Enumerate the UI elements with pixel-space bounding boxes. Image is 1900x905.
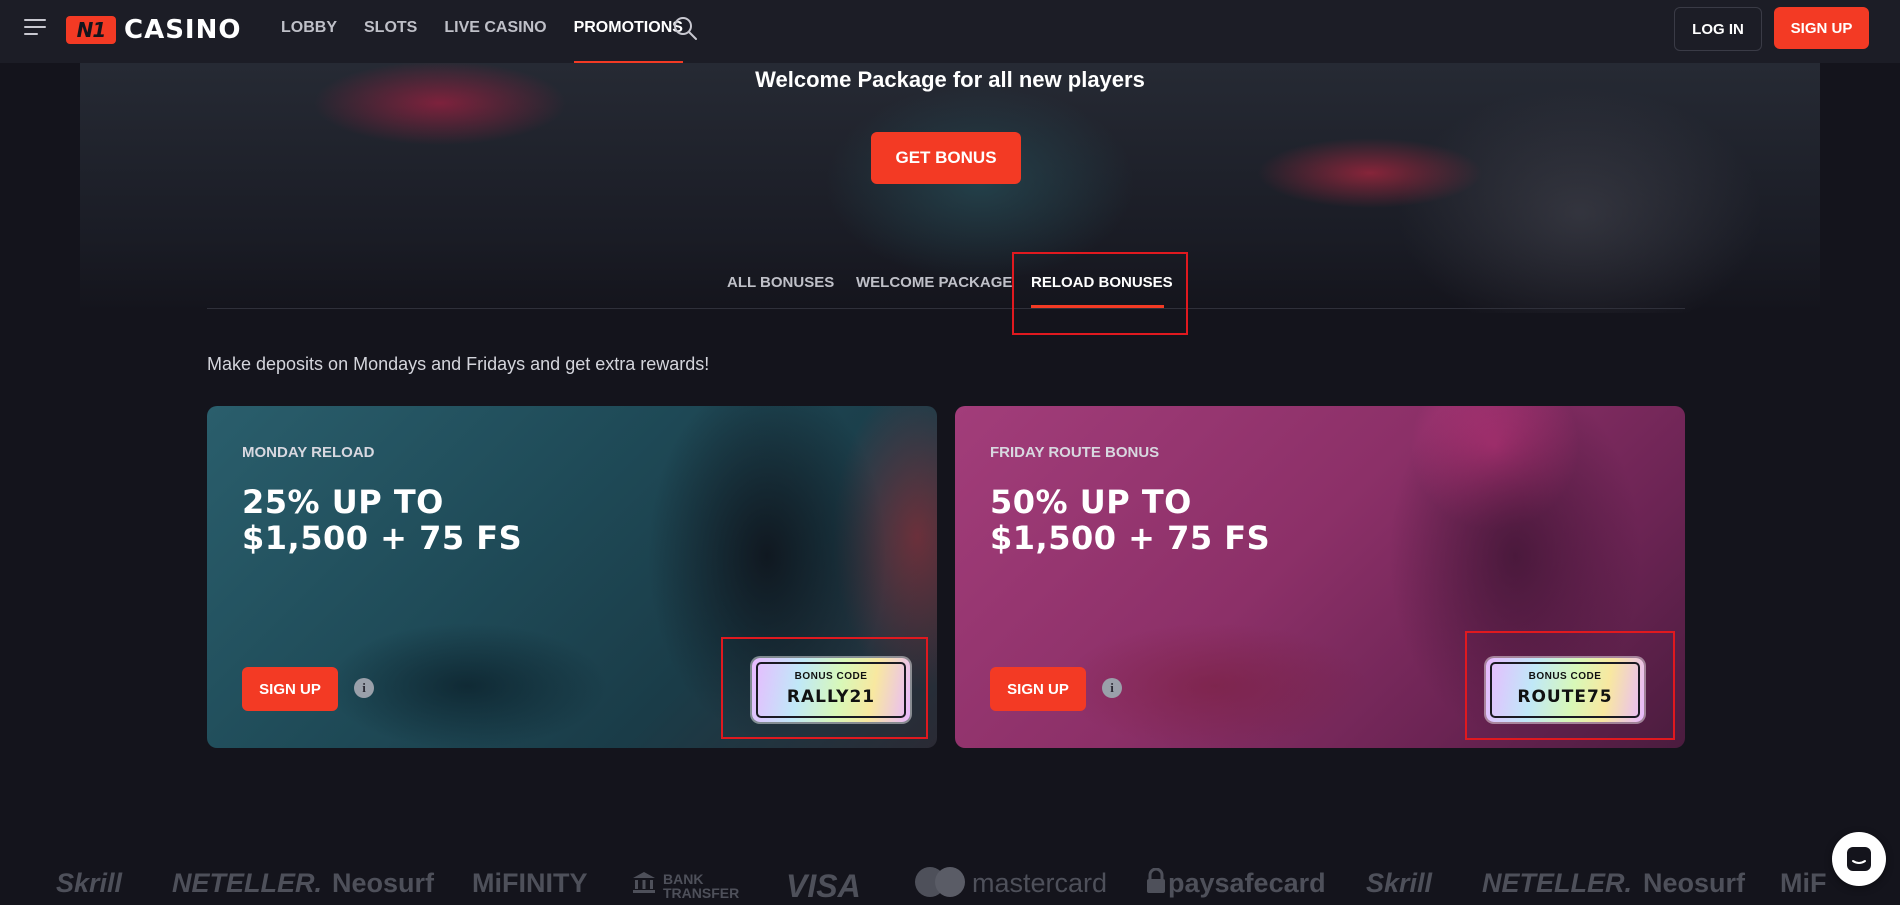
nav-slots[interactable]: SLOTS [364, 0, 417, 63]
payment-mastercard-logo: mastercard [972, 868, 1108, 898]
chat-button[interactable] [1832, 832, 1886, 886]
search-icon[interactable] [672, 15, 698, 41]
site-logo[interactable]: N1 CASINO [66, 14, 241, 46]
payment-neteller-logo: NETELLER. [1482, 868, 1633, 898]
info-icon[interactable]: i [354, 678, 374, 698]
mastercard-circles-icon [915, 867, 965, 897]
bank-icon [633, 872, 655, 893]
top-header: N1 CASINO LOBBY SLOTS LIVE CASINO PROMOT… [0, 0, 1900, 63]
intro-text: Make deposits on Mondays and Fridays and… [207, 354, 710, 374]
card-title-line1: 25% UP TO [242, 483, 444, 521]
payment-skrill-logo: Skrill [56, 868, 123, 898]
login-button[interactable]: LOG IN [1674, 7, 1762, 51]
tab-reload-bonuses[interactable]: RELOAD BONUSES [1031, 274, 1173, 291]
payment-neosurf-logo: Neosurf [332, 868, 435, 898]
card-signup-button[interactable]: SIGN UP [990, 667, 1086, 711]
payment-bank-transfer-label: BANK TRANSFER [663, 871, 740, 901]
nav-lobby[interactable]: LOBBY [281, 0, 337, 63]
main-nav: LOBBY SLOTS LIVE CASINO PROMOTIONS [281, 0, 710, 63]
card-title-line2: $1,500 + 75 FS [990, 519, 1271, 557]
tab-welcome-package[interactable]: WELCOME PACKAGE [856, 274, 1012, 291]
card-title: 25% UP TO $1,500 + 75 FS [242, 484, 682, 556]
payment-mifinity-logo: MiF [1780, 868, 1827, 898]
hero-title: Welcome Package for all new players [755, 67, 1145, 92]
active-tab-indicator [1031, 305, 1164, 308]
card-signup-button[interactable]: SIGN UP [242, 667, 338, 711]
bonus-code-value: ROUTE75 [1517, 687, 1613, 707]
payment-neteller-logo: NETELLER. [172, 868, 323, 898]
bonus-code-badge[interactable]: BONUS CODE RALLY21 [752, 658, 910, 722]
payment-neosurf-logo: Neosurf [1643, 868, 1746, 898]
card-title-line2: $1,500 + 75 FS [242, 519, 523, 557]
promo-card-monday: MONDAY RELOAD 25% UP TO $1,500 + 75 FS S… [207, 406, 937, 748]
bonus-tabs: ALL BONUSES WELCOME PACKAGE RELOAD BONUS… [207, 250, 1685, 309]
card-label: FRIDAY ROUTE BONUS [990, 444, 1160, 461]
card-title: 50% UP TO $1,500 + 75 FS [990, 484, 1430, 556]
payment-methods-strip: Skrill NETELLER. Neosurf MiFINITY BANK T… [0, 860, 1900, 904]
card-title-line1: 50% UP TO [990, 483, 1192, 521]
bonus-code-badge[interactable]: BONUS CODE ROUTE75 [1486, 658, 1644, 722]
payment-visa-logo: VISA [786, 868, 861, 904]
bonus-code-caption: BONUS CODE [1528, 671, 1602, 682]
payment-skrill-logo: Skrill [1366, 868, 1433, 898]
payment-mifinity-logo: MiFINITY [472, 868, 588, 898]
logo-badge: N1 [66, 16, 116, 44]
logo-text: CASINO [124, 15, 242, 45]
hamburger-icon[interactable] [24, 19, 48, 43]
nav-promotions[interactable]: PROMOTIONS [573, 0, 684, 63]
get-bonus-button[interactable]: GET BONUS [871, 132, 1021, 184]
payment-paysafecard-logo: paysafecard [1168, 868, 1326, 898]
chat-icon [1847, 847, 1871, 871]
lock-icon [1147, 868, 1165, 893]
nav-live-casino[interactable]: LIVE CASINO [444, 0, 546, 63]
info-icon[interactable]: i [1102, 678, 1122, 698]
card-label: MONDAY RELOAD [242, 444, 375, 461]
tab-all-bonuses[interactable]: ALL BONUSES [727, 274, 834, 291]
bonus-code-caption: BONUS CODE [794, 671, 868, 682]
promo-card-friday: FRIDAY ROUTE BONUS 50% UP TO $1,500 + 75… [955, 406, 1685, 748]
signup-button[interactable]: SIGN UP [1774, 7, 1869, 49]
bonus-code-value: RALLY21 [786, 687, 876, 707]
